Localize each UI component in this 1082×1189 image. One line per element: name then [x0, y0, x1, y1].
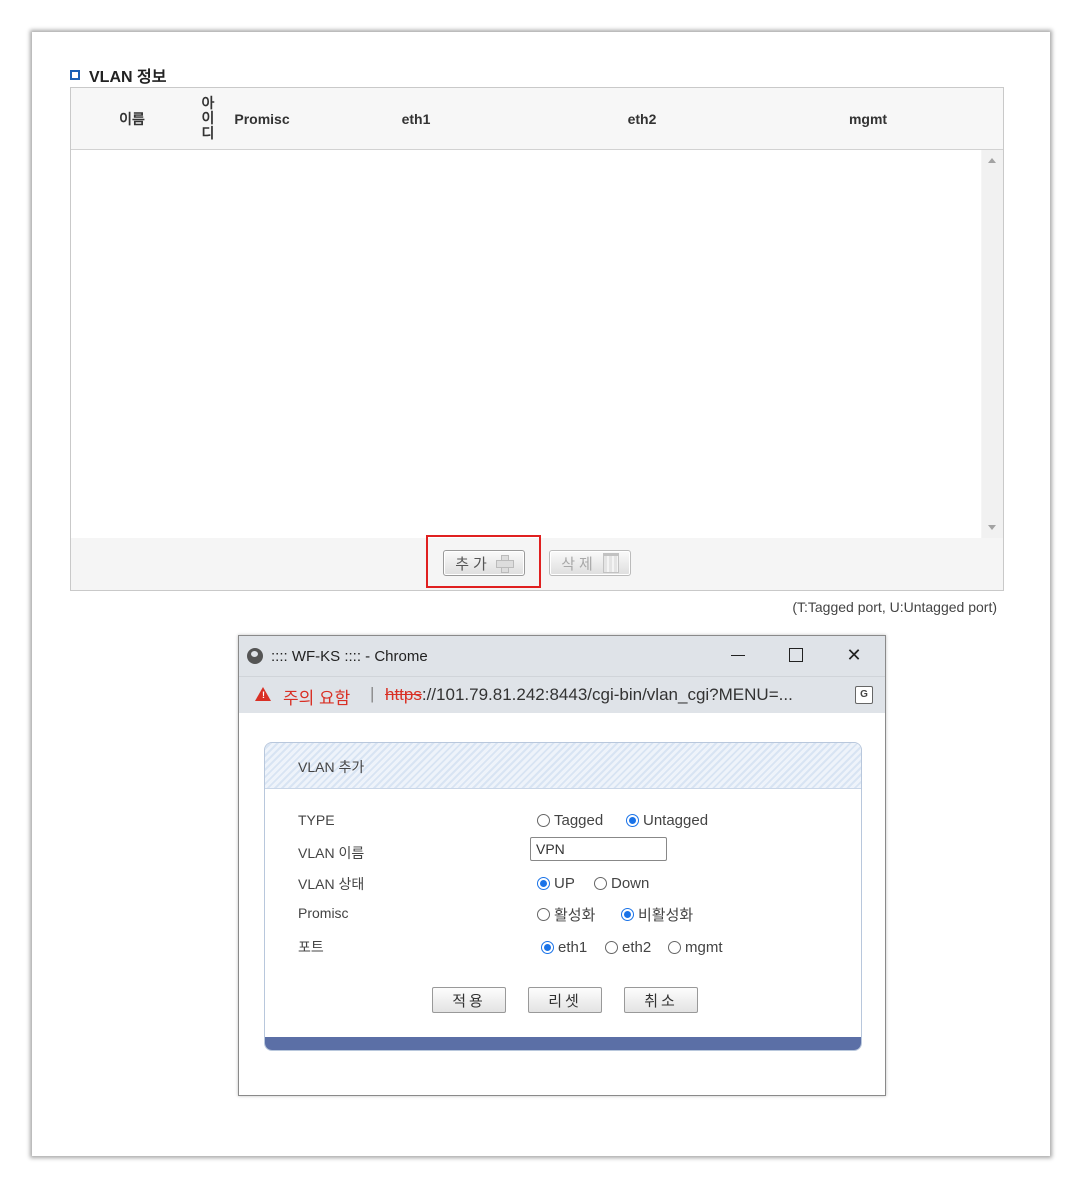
translate-icon[interactable]: G — [855, 686, 873, 704]
dialog-header: VLAN 추가 — [265, 743, 861, 789]
section-title-text: VLAN 정보 — [89, 69, 167, 86]
window-titlebar: :::: WF-KS :::: - Chrome ✕ — [239, 636, 885, 676]
url-text[interactable]: https://101.79.81.242:8443/cgi-bin/vlan_… — [385, 685, 793, 705]
promisc-label: Promisc — [298, 905, 349, 921]
promisc-off-radio[interactable] — [621, 908, 634, 921]
trash-icon — [602, 553, 619, 573]
apply-button[interactable]: 적용 — [432, 987, 506, 1013]
promisc-on-option[interactable]: 활성화 — [537, 904, 595, 925]
address-bar[interactable]: ! 주의 요함 | https://101.79.81.242:8443/cgi… — [239, 676, 885, 713]
state-down-option[interactable]: Down — [594, 875, 649, 892]
vlan-name-label: VLAN 이름 — [298, 845, 365, 861]
untagged-radio[interactable] — [626, 814, 639, 827]
up-radio[interactable] — [537, 877, 550, 890]
minimize-icon — [731, 654, 745, 656]
column-header-eth1[interactable]: eth1 — [371, 88, 461, 149]
type-untagged-option[interactable]: Untagged — [626, 812, 708, 829]
table-body — [71, 150, 981, 538]
dialog-footer-bar — [265, 1037, 861, 1050]
port-label: 포트 — [298, 939, 324, 955]
scroll-up-arrow-icon[interactable] — [988, 158, 996, 163]
tagged-radio[interactable] — [537, 814, 550, 827]
chrome-popup-window: :::: WF-KS :::: - Chrome ✕ ! 주의 요함 | htt… — [238, 635, 886, 1096]
vlan-state-label: VLAN 상태 — [298, 876, 365, 892]
promisc-on-radio[interactable] — [537, 908, 550, 921]
port-eth1-option[interactable]: eth1 — [541, 939, 587, 956]
port-mgmt-option[interactable]: mgmt — [668, 939, 723, 956]
column-header-eth2[interactable]: eth2 — [597, 88, 687, 149]
table-header: 이름 아 이 디 Promisc eth1 eth2 mgmt — [71, 88, 1003, 150]
down-radio[interactable] — [594, 877, 607, 890]
state-up-option[interactable]: UP — [537, 875, 575, 892]
mgmt-radio[interactable] — [668, 941, 681, 954]
reset-button[interactable]: 리셋 — [528, 987, 602, 1013]
port-legend-note: (T:Tagged port, U:Untagged port) — [792, 599, 997, 615]
vlan-table-panel: 이름 아 이 디 Promisc eth1 eth2 mgmt 추가 삭제 — [70, 87, 1004, 591]
column-header-name[interactable]: 이름 — [91, 88, 173, 149]
minimize-button[interactable] — [723, 642, 753, 668]
column-header-mgmt[interactable]: mgmt — [823, 88, 913, 149]
column-header-promisc[interactable]: Promisc — [231, 88, 293, 149]
dialog-title: VLAN 추가 — [298, 759, 365, 775]
window-title: :::: WF-KS :::: - Chrome — [271, 648, 428, 665]
warning-triangle-icon: ! — [255, 687, 271, 701]
address-separator: | — [370, 684, 375, 703]
square-bullet-icon — [70, 70, 80, 80]
promisc-off-option[interactable]: 비활성화 — [621, 904, 693, 925]
cancel-button[interactable]: 취소 — [624, 987, 698, 1013]
delete-button[interactable]: 삭제 — [549, 550, 631, 576]
type-tagged-option[interactable]: Tagged — [537, 812, 603, 829]
add-button-highlight — [426, 535, 541, 588]
eth2-radio[interactable] — [605, 941, 618, 954]
security-warning-text[interactable]: 주의 요함 — [283, 684, 350, 709]
scroll-down-arrow-icon[interactable] — [988, 525, 996, 530]
section-title: VLAN 정보 — [70, 63, 166, 87]
port-eth2-option[interactable]: eth2 — [605, 939, 651, 956]
maximize-icon — [789, 648, 803, 662]
eth1-radio[interactable] — [541, 941, 554, 954]
maximize-button[interactable] — [781, 642, 811, 668]
column-header-id[interactable]: 아 이 디 — [197, 88, 219, 149]
vlan-name-input[interactable] — [530, 837, 667, 861]
vlan-add-dialog: VLAN 추가 TYPE Tagged Untagged VLAN 이름 VLA… — [264, 742, 862, 1051]
close-icon: ✕ — [846, 644, 862, 665]
close-button[interactable]: ✕ — [839, 642, 869, 668]
globe-icon — [247, 648, 263, 664]
table-scrollbar[interactable] — [982, 150, 1003, 538]
type-label: TYPE — [298, 812, 335, 828]
